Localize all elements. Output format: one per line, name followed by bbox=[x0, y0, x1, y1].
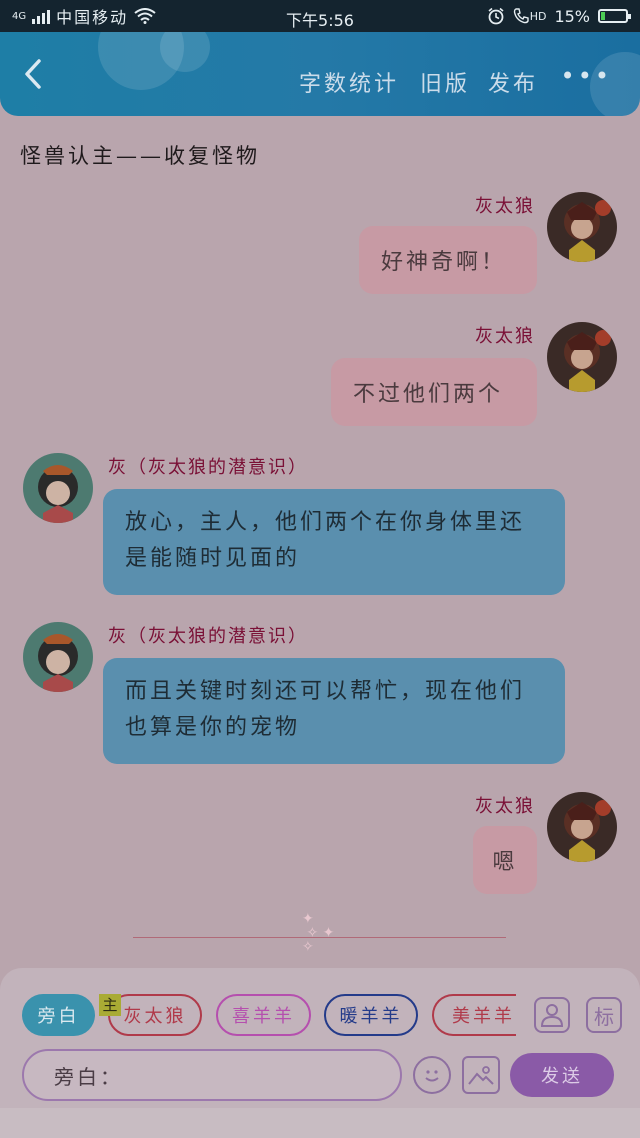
carrier-name: 中国移动 bbox=[56, 8, 129, 27]
avatar[interactable] bbox=[23, 622, 93, 692]
message-bubble[interactable]: 不过他们两个 bbox=[331, 358, 537, 426]
status-bar: 4G 中国移动 下午5:56 HD 15% bbox=[0, 0, 640, 32]
wolf-avatar-icon bbox=[547, 322, 617, 392]
avatar[interactable] bbox=[547, 792, 617, 862]
hd-label: HD bbox=[529, 9, 547, 23]
alarm-icon bbox=[488, 7, 504, 25]
character-avatar-icon bbox=[23, 453, 93, 523]
chevron-left-icon bbox=[25, 59, 41, 89]
character-avatar-icon bbox=[23, 622, 93, 692]
image-button[interactable] bbox=[462, 1056, 500, 1094]
speaker-name: 灰太狼 bbox=[475, 796, 535, 817]
signal-icon bbox=[32, 8, 51, 24]
word-count-button[interactable]: 字数统计 bbox=[299, 66, 399, 98]
role-chip[interactable]: 美羊羊 bbox=[432, 994, 516, 1036]
tag-icon: 标 bbox=[594, 1004, 614, 1029]
avatar[interactable] bbox=[547, 192, 617, 262]
speaker-name: 灰太狼 bbox=[475, 326, 535, 347]
app-header: 字数统计 旧版 发布 ••• bbox=[0, 32, 640, 116]
network-type: 4G bbox=[12, 10, 27, 22]
message-bubble[interactable]: 而且关键时刻还可以帮忙，现在他们也算是你的宠物 bbox=[103, 658, 565, 764]
battery-percent: 15% bbox=[554, 6, 590, 26]
message-bubble[interactable]: 放心，主人，他们两个在你身体里还是能随时见面的 bbox=[103, 489, 565, 595]
input-placeholder: 旁白： bbox=[54, 1064, 123, 1089]
speaker-name: 灰（灰太狼的潜意识） bbox=[108, 457, 308, 478]
avatar[interactable] bbox=[23, 453, 93, 523]
bottom-strip bbox=[0, 1108, 640, 1138]
message-input[interactable]: 旁白： bbox=[22, 1049, 402, 1101]
sparkle-decoration: ✦ ✧ ✦ ✧ bbox=[302, 911, 335, 955]
more-options-button[interactable]: ••• bbox=[561, 62, 612, 90]
clock: 下午5:56 bbox=[286, 11, 354, 30]
role-chip[interactable]: 灰太狼 bbox=[108, 994, 202, 1036]
wolf-avatar-icon bbox=[547, 792, 617, 862]
publish-button[interactable]: 发布 bbox=[488, 66, 538, 98]
emoji-icon bbox=[425, 1070, 439, 1082]
avatar[interactable] bbox=[547, 322, 617, 392]
phone-icon bbox=[513, 8, 529, 24]
person-icon bbox=[540, 1004, 564, 1027]
story-title: 怪兽认主——收复怪物 bbox=[20, 144, 260, 168]
character-manage-button[interactable] bbox=[534, 997, 570, 1033]
role-chip[interactable]: 暖羊羊 bbox=[324, 994, 418, 1036]
message-bubble[interactable]: 好神奇啊！ bbox=[359, 226, 537, 294]
wifi-icon bbox=[134, 8, 156, 24]
main-role-badge: 主 bbox=[99, 994, 121, 1016]
message-bubble[interactable]: 嗯 bbox=[473, 826, 537, 894]
battery-icon bbox=[598, 9, 631, 23]
old-version-button[interactable]: 旧版 bbox=[420, 66, 470, 98]
tag-button[interactable]: 标 bbox=[586, 997, 622, 1033]
role-chip-narration[interactable]: 旁白 bbox=[22, 994, 95, 1036]
hd-call-indicator: HD bbox=[513, 8, 547, 24]
speaker-name: 灰（灰太狼的潜意识） bbox=[108, 626, 308, 647]
wolf-avatar-icon bbox=[547, 192, 617, 262]
role-chip[interactable]: 喜羊羊 bbox=[216, 994, 311, 1036]
send-button[interactable]: 发送 bbox=[510, 1053, 614, 1097]
emoji-button[interactable] bbox=[413, 1056, 451, 1094]
back-button[interactable] bbox=[22, 58, 50, 90]
speaker-name: 灰太狼 bbox=[475, 196, 535, 217]
image-icon bbox=[468, 1066, 494, 1085]
